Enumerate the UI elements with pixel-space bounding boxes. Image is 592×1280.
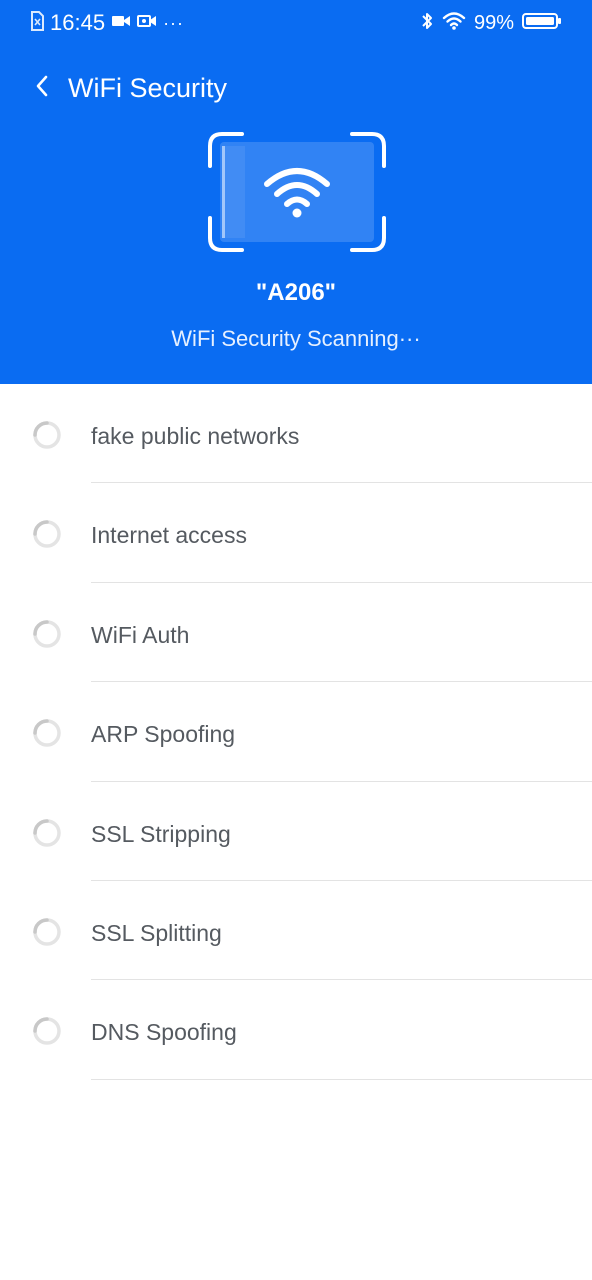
page-title: WiFi Security xyxy=(68,73,228,103)
wifi-signal-icon xyxy=(442,11,466,36)
check-item-label: fake public networks xyxy=(91,423,300,449)
header: 16:45 ··· 99% WiFi Security "A206" WiFi … xyxy=(0,0,592,384)
status-bar-right: 99% xyxy=(420,10,562,36)
battery-icon xyxy=(522,11,562,36)
scan-status-text: WiFi Security Scanning··· xyxy=(171,326,421,351)
check-item-label: ARP Spoofing xyxy=(91,721,236,748)
nav-bar: WiFi Security xyxy=(0,64,592,112)
loading-spinner-icon xyxy=(32,519,62,549)
wifi-icon xyxy=(261,164,333,220)
check-item-ssl-splitting: SSL Splitting xyxy=(0,881,592,981)
check-item-label: SSL Stripping xyxy=(91,820,231,847)
back-button[interactable] xyxy=(26,72,58,104)
battery-percent: 99% xyxy=(473,12,514,34)
status-bar: 16:45 ··· 99% xyxy=(0,0,592,46)
loading-spinner-icon xyxy=(32,818,62,848)
status-bar-left: 16:45 ··· xyxy=(30,10,184,36)
overflow-dots: ··· xyxy=(163,13,185,33)
network-name: "A206" xyxy=(255,279,337,306)
check-item-label: DNS Spoofing xyxy=(91,1019,237,1046)
check-item-internet-access: Internet access xyxy=(0,483,592,583)
divider xyxy=(91,1078,592,1080)
chevron-left-icon xyxy=(34,74,50,103)
check-item-arp-spoofing: ARP Spoofing xyxy=(0,682,592,782)
sim-card-icon xyxy=(30,10,44,36)
check-item-wifi-auth: WiFi Auth xyxy=(0,583,592,683)
status-time: 16:45 xyxy=(50,10,106,35)
loading-spinner-icon xyxy=(32,718,62,748)
loading-spinner-icon xyxy=(32,420,62,450)
video-record-icon xyxy=(137,13,157,34)
check-item-label: WiFi Auth xyxy=(91,621,190,648)
security-check-list: fake public networks Internet access WiF… xyxy=(0,384,592,1080)
check-item-fake-public-networks: fake public networks xyxy=(0,384,592,484)
bluetooth-icon xyxy=(420,11,434,36)
wifi-security-screen: 16:45 ··· 99% WiFi Security "A206" WiFi … xyxy=(0,0,592,1280)
loading-spinner-icon xyxy=(32,1016,62,1046)
check-item-dns-spoofing: DNS Spoofing xyxy=(0,980,592,1080)
loading-spinner-icon xyxy=(32,917,62,947)
scan-frame xyxy=(208,132,386,252)
check-item-ssl-stripping: SSL Stripping xyxy=(0,782,592,881)
video-icon xyxy=(111,13,131,34)
check-item-label: SSL Splitting xyxy=(91,919,222,946)
loading-spinner-icon xyxy=(32,619,62,649)
check-item-label: Internet access xyxy=(91,522,247,549)
